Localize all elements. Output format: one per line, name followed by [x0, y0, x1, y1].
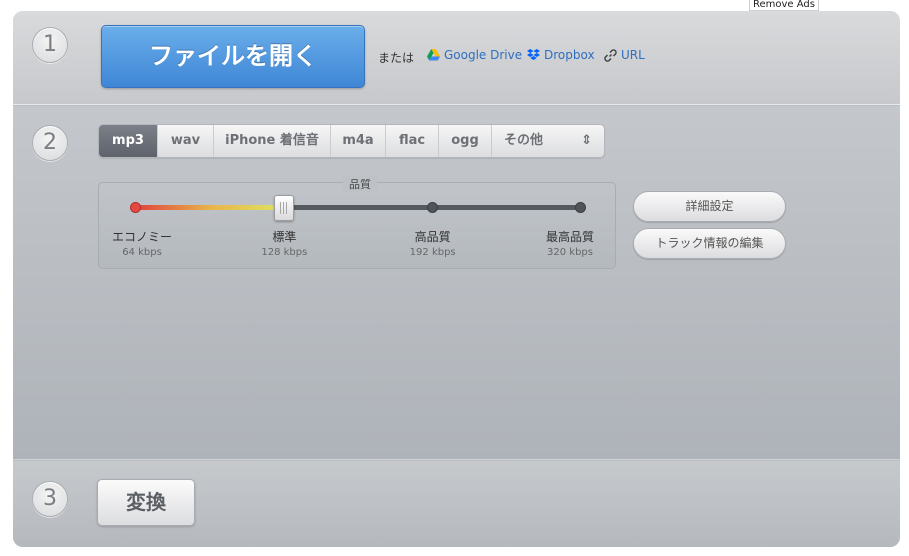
url-label: URL: [621, 48, 645, 62]
quality-level-bitrate: 128 kbps: [261, 247, 308, 258]
dropbox-label: Dropbox: [544, 48, 595, 62]
quality-stop-3[interactable]: [575, 202, 586, 213]
quality-stop-2[interactable]: [426, 202, 438, 213]
tab-flac[interactable]: flac: [386, 125, 439, 157]
open-file-button[interactable]: ファイルを開く: [101, 25, 365, 88]
tab-m4a[interactable]: m4a: [331, 125, 386, 157]
tab-wav[interactable]: wav: [158, 125, 214, 157]
quality-level-label: エコノミー: [111, 230, 172, 244]
edit-track-info-button[interactable]: トラック情報の編集: [633, 228, 786, 259]
tab-ogg[interactable]: ogg: [439, 125, 492, 157]
quality-slider-track[interactable]: [136, 205, 581, 210]
quality-level-bitrate: 64 kbps: [122, 247, 162, 258]
quality-level-label: 高品質: [414, 230, 451, 244]
quality-level-label: 標準: [272, 230, 297, 244]
remove-ads-link[interactable]: Remove Ads: [749, 0, 819, 11]
dropbox-icon: [527, 49, 540, 60]
quality-panel: 品質 エコノミー 64 kbps 標準 128 kbps 高品質 192 kbps 最高品質…: [98, 176, 616, 269]
link-icon: [604, 48, 617, 62]
tab-other-formats[interactable]: その他 ⇕: [492, 125, 604, 157]
or-label: または: [378, 51, 415, 65]
tab-mp3[interactable]: mp3: [99, 125, 158, 157]
quality-title: 品質: [343, 176, 377, 192]
step-1-number: 1: [32, 27, 68, 63]
step-2-section: 2 mp3 wav iPhone 着信音 m4a flac ogg その他 ⇕ …: [13, 106, 900, 460]
chevron-updown-icon: ⇕: [581, 133, 592, 148]
tab-iphone-ringtone[interactable]: iPhone 着信音: [214, 125, 331, 157]
step-2-number: 2: [32, 125, 68, 161]
quality-slider-fill: [136, 205, 285, 210]
dropbox-link[interactable]: Dropbox: [527, 48, 595, 62]
quality-level-label: 最高品質: [545, 230, 594, 244]
converter-app: 1 ファイルを開く または Google Drive Dropbox URL 2…: [13, 11, 900, 547]
step-3-number: 3: [32, 481, 68, 517]
quality-level-bitrate: 192 kbps: [409, 247, 456, 258]
tab-other-label: その他: [504, 133, 544, 148]
quality-level-bitrate: 320 kbps: [547, 247, 593, 258]
google-drive-label: Google Drive: [444, 48, 523, 62]
quality-stop-0[interactable]: [130, 202, 141, 213]
google-drive-link[interactable]: Google Drive: [427, 48, 522, 62]
format-tabs: mp3 wav iPhone 着信音 m4a flac ogg その他 ⇕: [98, 124, 605, 158]
step-1-section: 1 ファイルを開く または Google Drive Dropbox URL: [13, 11, 900, 105]
url-link[interactable]: URL: [604, 48, 645, 62]
advanced-settings-button[interactable]: 詳細設定: [633, 191, 786, 222]
step-3-section: 3 変換: [13, 461, 900, 547]
google-drive-icon: [427, 49, 440, 61]
convert-button[interactable]: 変換: [97, 479, 195, 526]
quality-slider-thumb[interactable]: [274, 195, 295, 221]
